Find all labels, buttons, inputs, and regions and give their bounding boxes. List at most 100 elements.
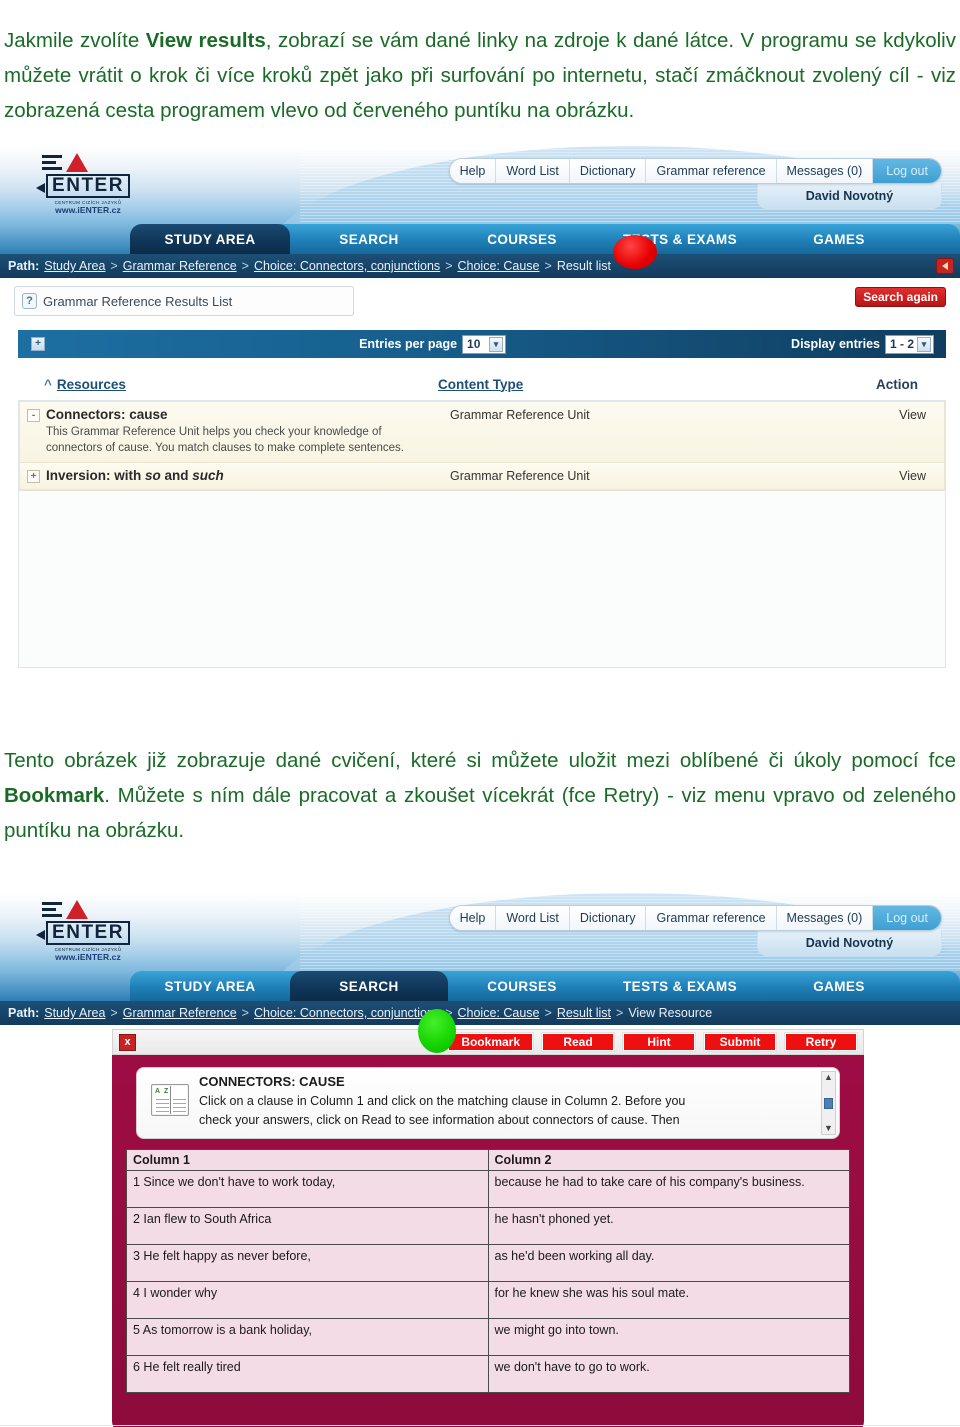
menu-item-word-list-2[interactable]: Word List [496, 906, 570, 930]
result-title-1-em2: such [192, 468, 224, 483]
top-utility-menu-1: Help Word List Dictionary Grammar refere… [448, 158, 942, 184]
column-header-content-type[interactable]: Content Type [438, 377, 728, 392]
exercise-title: CONNECTORS: CAUSE [199, 1074, 345, 1089]
tab-search-label-2: SEARCH [339, 978, 399, 994]
clause-left-5[interactable]: 5 As tomorrow is a bank holiday, [126, 1318, 489, 1356]
search-again-button[interactable]: Search again [855, 287, 946, 307]
clause-right-3[interactable]: as he'd been working all day. [487, 1244, 850, 1282]
logout-button-1[interactable]: Log out [873, 159, 941, 183]
breadcrumb-1: Path: Study Area > Grammar Reference > C… [0, 254, 960, 278]
tab-search-1[interactable]: SEARCH [290, 224, 448, 254]
breadcrumb-study-area-2[interactable]: Study Area [44, 1006, 105, 1020]
table-row[interactable]: - Connectors: cause This Grammar Referen… [19, 401, 945, 462]
clause-right-1[interactable]: because he had to take care of his compa… [487, 1170, 850, 1208]
menu-item-grammar-reference-1[interactable]: Grammar reference [646, 159, 777, 183]
middle-text-part2: . Můžete s ním dále pracovat a zkoušet v… [4, 783, 956, 842]
tab-courses-1[interactable]: COURSES [448, 224, 596, 254]
help-icon[interactable]: ? [22, 293, 37, 309]
breadcrumb-sep-1b: > [241, 259, 249, 273]
menu-item-dictionary-1[interactable]: Dictionary [569, 159, 647, 183]
column-header-resources[interactable]: ^ Resources [18, 377, 438, 392]
results-control-bar: + Entries per page 10 ▾ Display entries … [18, 330, 946, 358]
menu-item-help-1[interactable]: Help [449, 159, 497, 183]
tab-games-2[interactable]: GAMES [764, 971, 914, 1001]
clause-right-4[interactable]: for he knew she was his soul mate. [487, 1281, 850, 1319]
logout-button-2[interactable]: Log out [873, 906, 941, 930]
logo-name-1: ENTER [36, 174, 130, 198]
scroll-down-icon[interactable]: ▼ [824, 1123, 833, 1134]
clause-left-1[interactable]: 1 Since we don't have to work today, [126, 1170, 489, 1208]
menu-item-messages-2[interactable]: Messages (0) [776, 906, 874, 930]
breadcrumb-sep-1d: > [544, 259, 552, 273]
chevron-down-icon-de: ▾ [917, 336, 931, 352]
clause-right-5[interactable]: we might go into town. [487, 1318, 850, 1356]
tab-games-1[interactable]: GAMES [764, 224, 914, 254]
tab-courses-label-1: COURSES [487, 231, 557, 247]
intro-text-part1: Jakmile zvolíte [4, 28, 146, 52]
intro-paragraph: Jakmile zvolíte View results, zobrazí se… [4, 23, 956, 128]
breadcrumb-choice-connectors-1[interactable]: Choice: Connectors, conjunctions [254, 259, 440, 273]
result-view-link-1[interactable]: View [899, 469, 926, 483]
nav-tabs-1: STUDY AREA SEARCH COURSES TESTS & EXAMS … [130, 224, 960, 254]
display-entries-select[interactable]: 1 - 2 ▾ [884, 334, 934, 354]
tab-study-area-2[interactable]: STUDY AREA [130, 971, 290, 1001]
read-button[interactable]: Read [542, 1033, 614, 1051]
clause-left-3[interactable]: 3 He felt happy as never before, [126, 1244, 489, 1282]
menu-item-word-list-1[interactable]: Word List [496, 159, 570, 183]
clause-right-2[interactable]: he hasn't phoned yet. [487, 1207, 850, 1245]
menu-item-dictionary-2[interactable]: Dictionary [569, 906, 647, 930]
collapse-panel-button-1[interactable] [936, 258, 954, 274]
page-title: Grammar Reference Results List [43, 293, 233, 309]
tab-games-label-1: GAMES [813, 231, 865, 247]
clause-right-6[interactable]: we don't have to go to work. [487, 1355, 850, 1393]
submit-button[interactable]: Submit [704, 1033, 776, 1051]
menu-item-help-2[interactable]: Help [449, 906, 497, 930]
tab-tests-exams-2[interactable]: TESTS & EXAMS [596, 971, 764, 1001]
breadcrumb-choice-cause-1[interactable]: Choice: Cause [458, 259, 540, 273]
app-header-1: ENTER CENTRUM CIZÍCH JAZYKŮ www.iENTER.c… [0, 146, 960, 224]
tab-study-area-1[interactable]: STUDY AREA [130, 224, 290, 254]
scrollbar-thumb[interactable] [824, 1097, 833, 1109]
menu-item-grammar-reference-2[interactable]: Grammar reference [646, 906, 777, 930]
exercise-panel: A Z CONNECTORS: CAUSE Click on a clause … [112, 1055, 864, 1427]
clause-left-6[interactable]: 6 He felt really tired [126, 1355, 489, 1393]
brand-logo-2: ENTER CENTRUM CIZÍCH JAZYKŮ www.iENTER.c… [28, 899, 148, 962]
table-row: 2 Ian flew to South Africa he hasn't pho… [126, 1207, 850, 1245]
results-list: - Connectors: cause This Grammar Referen… [19, 401, 945, 491]
tab-tests-exams-label-2: TESTS & EXAMS [623, 978, 737, 994]
result-title-1-prefix: Inversion: with [46, 468, 146, 483]
result-title-1-em1: so [145, 468, 161, 483]
breadcrumb-choice-cause-2[interactable]: Choice: Cause [458, 1006, 540, 1020]
entries-per-page-select[interactable]: 10 ▾ [462, 334, 507, 354]
result-content-type-1: Grammar Reference Unit [450, 469, 590, 483]
breadcrumb-grammar-reference-2[interactable]: Grammar Reference [123, 1006, 237, 1020]
instructions-scrollbar[interactable]: ▲ ▼ [821, 1071, 836, 1135]
breadcrumb-result-list-2[interactable]: Result list [557, 1006, 611, 1020]
menu-item-messages-1[interactable]: Messages (0) [776, 159, 874, 183]
close-icon[interactable]: x [119, 1033, 136, 1051]
top-utility-menu-2: Help Word List Dictionary Grammar refere… [448, 905, 942, 931]
tab-courses-2[interactable]: COURSES [448, 971, 596, 1001]
expand-all-button[interactable]: + [31, 337, 45, 351]
bookmark-button[interactable]: Bookmark [448, 1033, 533, 1051]
breadcrumb-study-area-1[interactable]: Study Area [44, 259, 105, 273]
expand-row-toggle-1[interactable]: + [27, 470, 40, 483]
breadcrumb-grammar-reference-1[interactable]: Grammar Reference [123, 259, 237, 273]
exercise-action-buttons: Bookmark Read Hint Submit Retry [448, 1033, 857, 1051]
breadcrumb-sep-2b: > [241, 1006, 249, 1020]
retry-button[interactable]: Retry [785, 1033, 857, 1051]
hint-button[interactable]: Hint [623, 1033, 695, 1051]
clause-left-4[interactable]: 4 I wonder why [126, 1281, 489, 1319]
clause-left-2[interactable]: 2 Ian flew to South Africa [126, 1207, 489, 1245]
document-page: Jakmile zvolíte View results, zobrazí se… [0, 0, 960, 1427]
app-header-2: ENTER CENTRUM CIZÍCH JAZYKŮ www.iENTER.c… [0, 893, 960, 971]
logo-bars-icon-1 [42, 155, 62, 170]
table-row[interactable]: + Inversion: with so and such Grammar Re… [19, 462, 945, 490]
breadcrumb-choice-connectors-2[interactable]: Choice: Connectors, conjunctions [254, 1006, 440, 1020]
scroll-up-icon[interactable]: ▲ [824, 1072, 833, 1083]
collapse-row-toggle-0[interactable]: - [27, 409, 40, 422]
breadcrumb-sep-2a: > [110, 1006, 118, 1020]
result-view-link-0[interactable]: View [899, 408, 926, 422]
tab-search-2[interactable]: SEARCH [290, 971, 448, 1001]
entries-per-page-value: 10 [467, 337, 481, 351]
